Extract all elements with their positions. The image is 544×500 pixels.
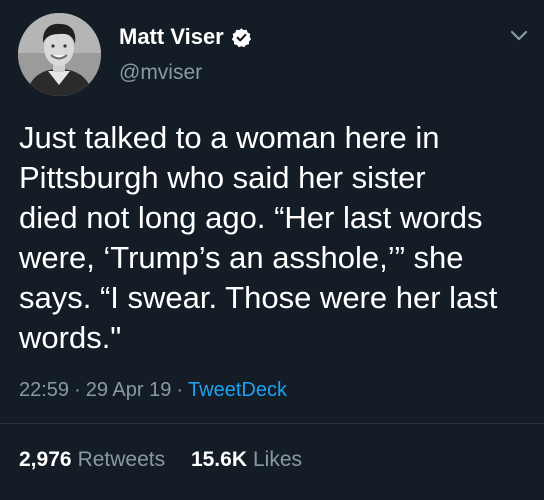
likes-label: Likes xyxy=(253,448,303,471)
display-name[interactable]: Matt Viser xyxy=(119,24,224,50)
tweet-text: Just talked to a woman here in Pittsburg… xyxy=(19,120,498,355)
meta-separator: · xyxy=(74,379,81,401)
avatar[interactable] xyxy=(18,13,101,96)
tweet-card: Matt Viser @mviser Just talked to a woma… xyxy=(0,0,544,500)
likes-stat[interactable]: 15.6K Likes xyxy=(191,448,302,471)
profile-photo xyxy=(18,13,101,96)
user-handle[interactable]: @mviser xyxy=(119,61,202,85)
retweets-stat[interactable]: 2,976 Retweets xyxy=(19,448,171,471)
likes-count: 15.6K xyxy=(190,448,247,471)
divider xyxy=(0,423,544,424)
retweets-label: Retweets xyxy=(77,448,166,471)
meta-separator: · xyxy=(176,379,184,401)
tweet-time[interactable]: 22:59 xyxy=(19,379,69,401)
tweet-date[interactable]: 29 Apr 19 xyxy=(86,379,172,401)
retweets-count: 2,976 xyxy=(19,448,72,471)
tweet-meta: 22:59 · 29 Apr 19 · TweetDeck xyxy=(19,379,287,402)
author-name-row[interactable]: Matt Viser xyxy=(119,24,252,50)
chevron-down-icon[interactable] xyxy=(508,24,530,46)
tweet-source-link[interactable]: TweetDeck xyxy=(188,379,287,401)
verified-badge-icon xyxy=(231,27,252,48)
tweet-stats: 2,976 Retweets 15.6K Likes xyxy=(19,448,302,472)
